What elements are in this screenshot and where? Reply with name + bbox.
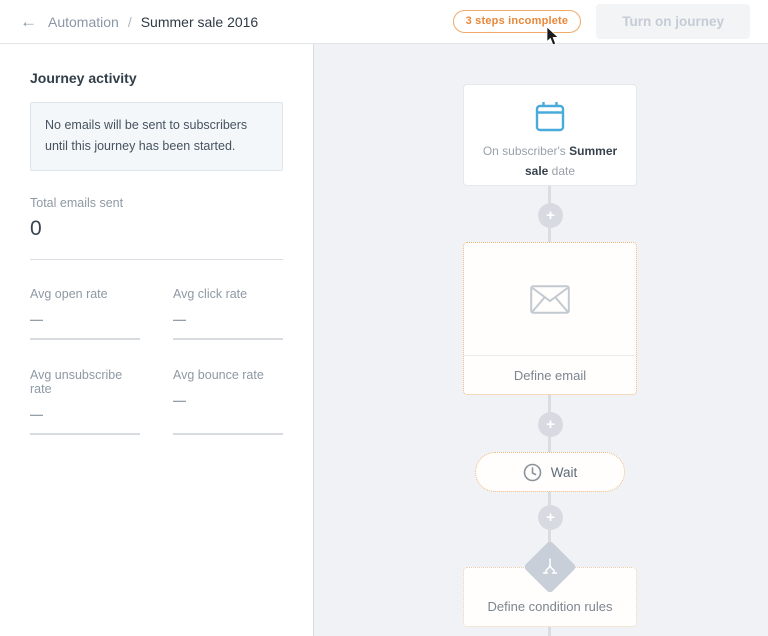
email-card-body [464, 243, 636, 355]
stats-grid: Avg open rate — Avg click rate — Avg uns… [30, 287, 283, 435]
total-emails-label: Total emails sent [30, 196, 283, 210]
branch-split-icon [542, 558, 558, 576]
clock-icon [523, 463, 542, 482]
envelope-icon [530, 285, 570, 314]
avg-open-rate-stat: Avg open rate — [30, 287, 140, 340]
email-step-card[interactable]: Define email [463, 242, 637, 395]
stat-value: — [173, 312, 283, 327]
wait-step-label: Wait [551, 465, 578, 480]
journey-canvas: On subscriber's Summer sale date + Defin… [314, 44, 768, 636]
stat-label: Avg unsubscribe rate [30, 368, 140, 396]
wait-step-pill[interactable]: Wait [475, 452, 625, 492]
journey-activity-panel: Journey activity No emails will be sent … [0, 44, 314, 636]
stat-value: — [173, 393, 283, 408]
breadcrumb-automation[interactable]: Automation [48, 14, 119, 30]
turn-on-journey-button[interactable]: Turn on journey [596, 4, 750, 39]
total-emails-stat: Total emails sent 0 [30, 196, 283, 241]
panel-title: Journey activity [30, 70, 283, 86]
breadcrumb: ← Automation / Summer sale 2016 [20, 13, 258, 30]
stat-value: — [30, 407, 140, 422]
stat-label: Avg click rate [173, 287, 283, 301]
trigger-step-card[interactable]: On subscriber's Summer sale date [463, 84, 637, 186]
calendar-icon [533, 100, 567, 133]
back-arrow-icon[interactable]: ← [20, 13, 37, 30]
add-step-button[interactable]: + [538, 505, 563, 530]
add-step-button[interactable]: + [538, 203, 563, 228]
trigger-step-label: On subscriber's Summer sale date [474, 142, 626, 182]
status-badge: 3 steps incomplete [453, 10, 582, 33]
stat-label: Avg bounce rate [173, 368, 283, 382]
avg-unsubscribe-rate-stat: Avg unsubscribe rate — [30, 368, 140, 435]
stat-value: — [30, 312, 140, 327]
stats-divider [30, 259, 283, 260]
add-step-button[interactable]: + [538, 412, 563, 437]
journey-notice: No emails will be sent to subscribers un… [30, 102, 283, 171]
email-step-label: Define email [464, 355, 636, 394]
avg-click-rate-stat: Avg click rate — [173, 287, 283, 340]
main-area: Journey activity No emails will be sent … [0, 44, 768, 636]
condition-diamond[interactable] [529, 546, 571, 588]
mouse-cursor-icon [546, 27, 559, 46]
header-actions: 3 steps incomplete Turn on journey [453, 4, 750, 39]
avg-bounce-rate-stat: Avg bounce rate — [173, 368, 283, 435]
page-title: Summer sale 2016 [141, 14, 259, 30]
stat-label: Avg open rate [30, 287, 140, 301]
total-emails-value: 0 [30, 217, 283, 241]
header-bar: ← Automation / Summer sale 2016 3 steps … [0, 0, 768, 44]
breadcrumb-separator: / [128, 14, 132, 30]
